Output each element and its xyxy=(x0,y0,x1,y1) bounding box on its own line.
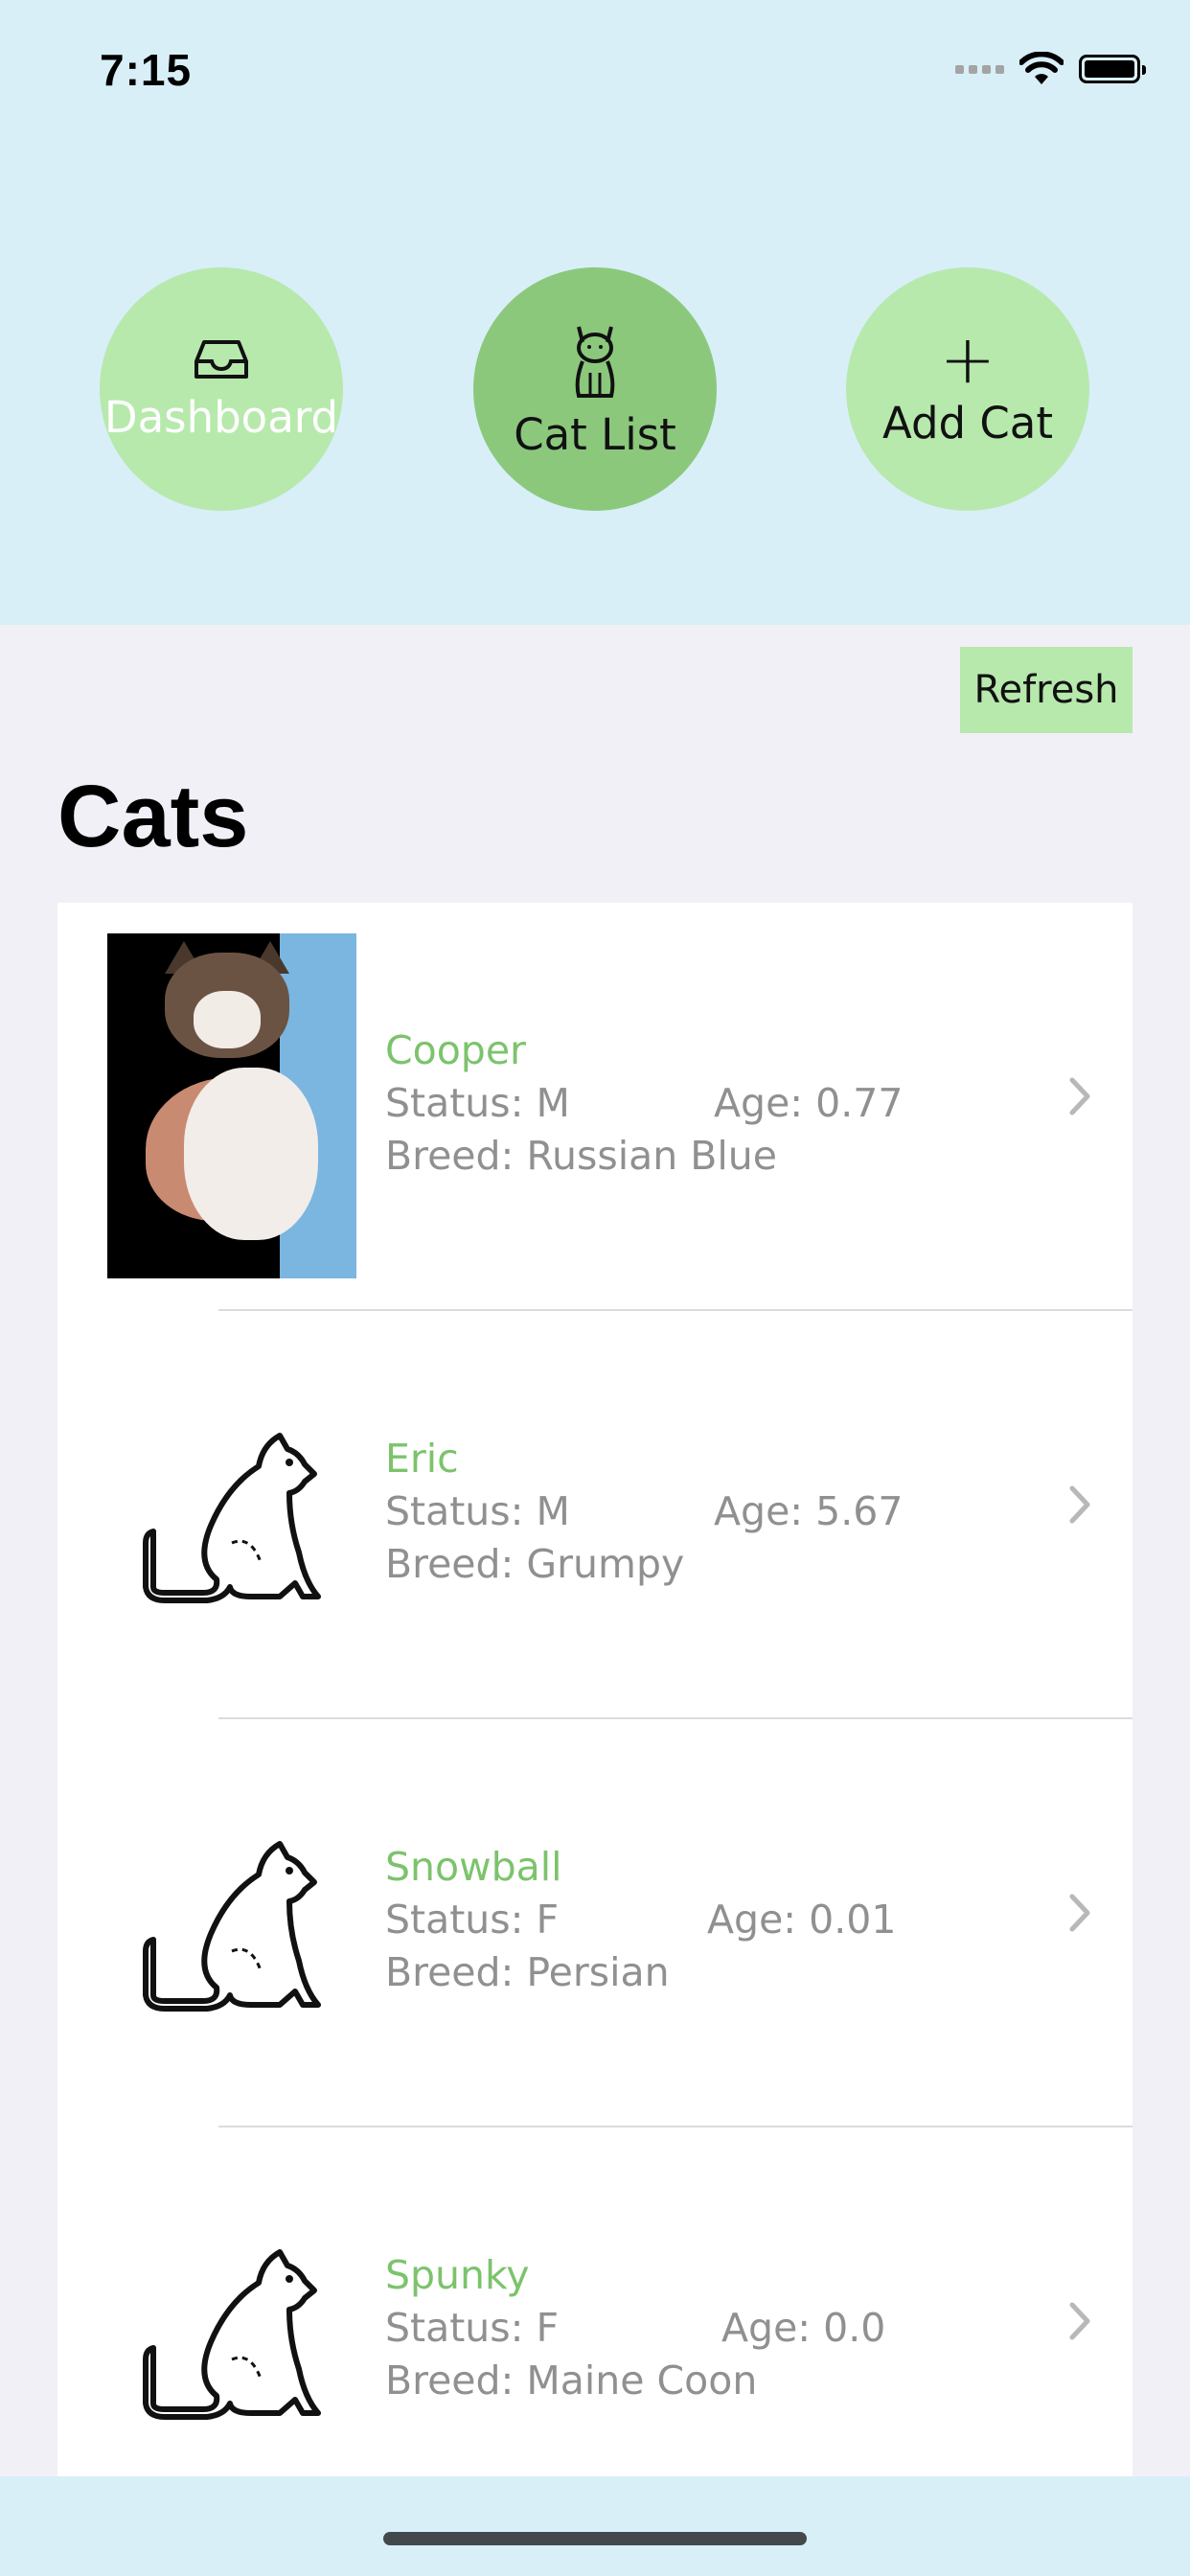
page-title: Cats xyxy=(57,768,249,865)
cat-name: Snowball xyxy=(385,1844,562,1890)
list-item[interactable]: Eric Status: M Age: 5.67 Breed: Grumpy xyxy=(57,1311,1133,1719)
cat-age: Age: 0.01 xyxy=(707,1897,897,1943)
cat-status: Status: F xyxy=(385,2305,560,2351)
cat-icon xyxy=(575,326,615,398)
status-icons xyxy=(955,50,1146,88)
cat-status: Status: M xyxy=(385,1488,570,1534)
chevron-right-icon xyxy=(1069,2302,1090,2340)
cat-outline-icon xyxy=(107,2158,356,2476)
cat-name: Spunky xyxy=(385,2252,530,2298)
cat-name: Eric xyxy=(385,1436,459,1482)
battery-icon xyxy=(1079,55,1146,83)
cat-breed: Breed: Russian Blue xyxy=(385,1133,778,1179)
signal-icon xyxy=(955,64,1004,74)
dashboard-label: Dashboard xyxy=(103,391,339,443)
add-cat-button[interactable]: + Add Cat xyxy=(846,267,1089,511)
cat-status: Status: F xyxy=(385,1897,560,1943)
home-indicator[interactable] xyxy=(383,2532,807,2545)
home-bar-area xyxy=(0,2476,1190,2576)
cat-age: Age: 0.77 xyxy=(714,1080,904,1126)
cat-age: Age: 0.0 xyxy=(721,2305,886,2351)
inbox-icon xyxy=(195,339,248,379)
cat-list-button[interactable]: Cat List xyxy=(473,267,717,511)
list-item[interactable]: Spunky Status: F Age: 0.0 Breed: Maine C… xyxy=(57,2128,1133,2476)
cat-outline-icon xyxy=(107,1750,356,2095)
chevron-right-icon xyxy=(1069,1485,1090,1524)
status-time: 7:15 xyxy=(100,45,193,95)
add-cat-label: Add Cat xyxy=(881,397,1054,448)
list-item[interactable]: Snowball Status: F Age: 0.01 Breed: Pers… xyxy=(57,1719,1133,2128)
cat-age: Age: 5.67 xyxy=(714,1488,904,1534)
dashboard-button[interactable]: Dashboard xyxy=(100,267,343,511)
header-area: 7:15 Dashboard Cat List + Add Cat xyxy=(0,0,1190,625)
cat-list: Cooper Status: M Age: 0.77 Breed: Russia… xyxy=(57,903,1133,2476)
cat-name: Cooper xyxy=(385,1027,526,1073)
chevron-right-icon xyxy=(1069,1894,1090,1932)
list-item[interactable]: Cooper Status: M Age: 0.77 Breed: Russia… xyxy=(57,903,1133,1311)
refresh-button[interactable]: Refresh xyxy=(960,647,1133,733)
wifi-icon xyxy=(1019,52,1064,84)
cat-status: Status: M xyxy=(385,1080,570,1126)
cat-breed: Breed: Maine Coon xyxy=(385,2358,758,2404)
plus-icon: + xyxy=(939,319,996,399)
cat-list-label: Cat List xyxy=(514,408,676,460)
cat-outline-icon xyxy=(107,1342,356,1687)
cat-breed: Breed: Grumpy xyxy=(385,1541,685,1587)
cat-photo xyxy=(107,933,356,1278)
chevron-right-icon xyxy=(1069,1077,1090,1116)
cat-breed: Breed: Persian xyxy=(385,1949,670,1995)
